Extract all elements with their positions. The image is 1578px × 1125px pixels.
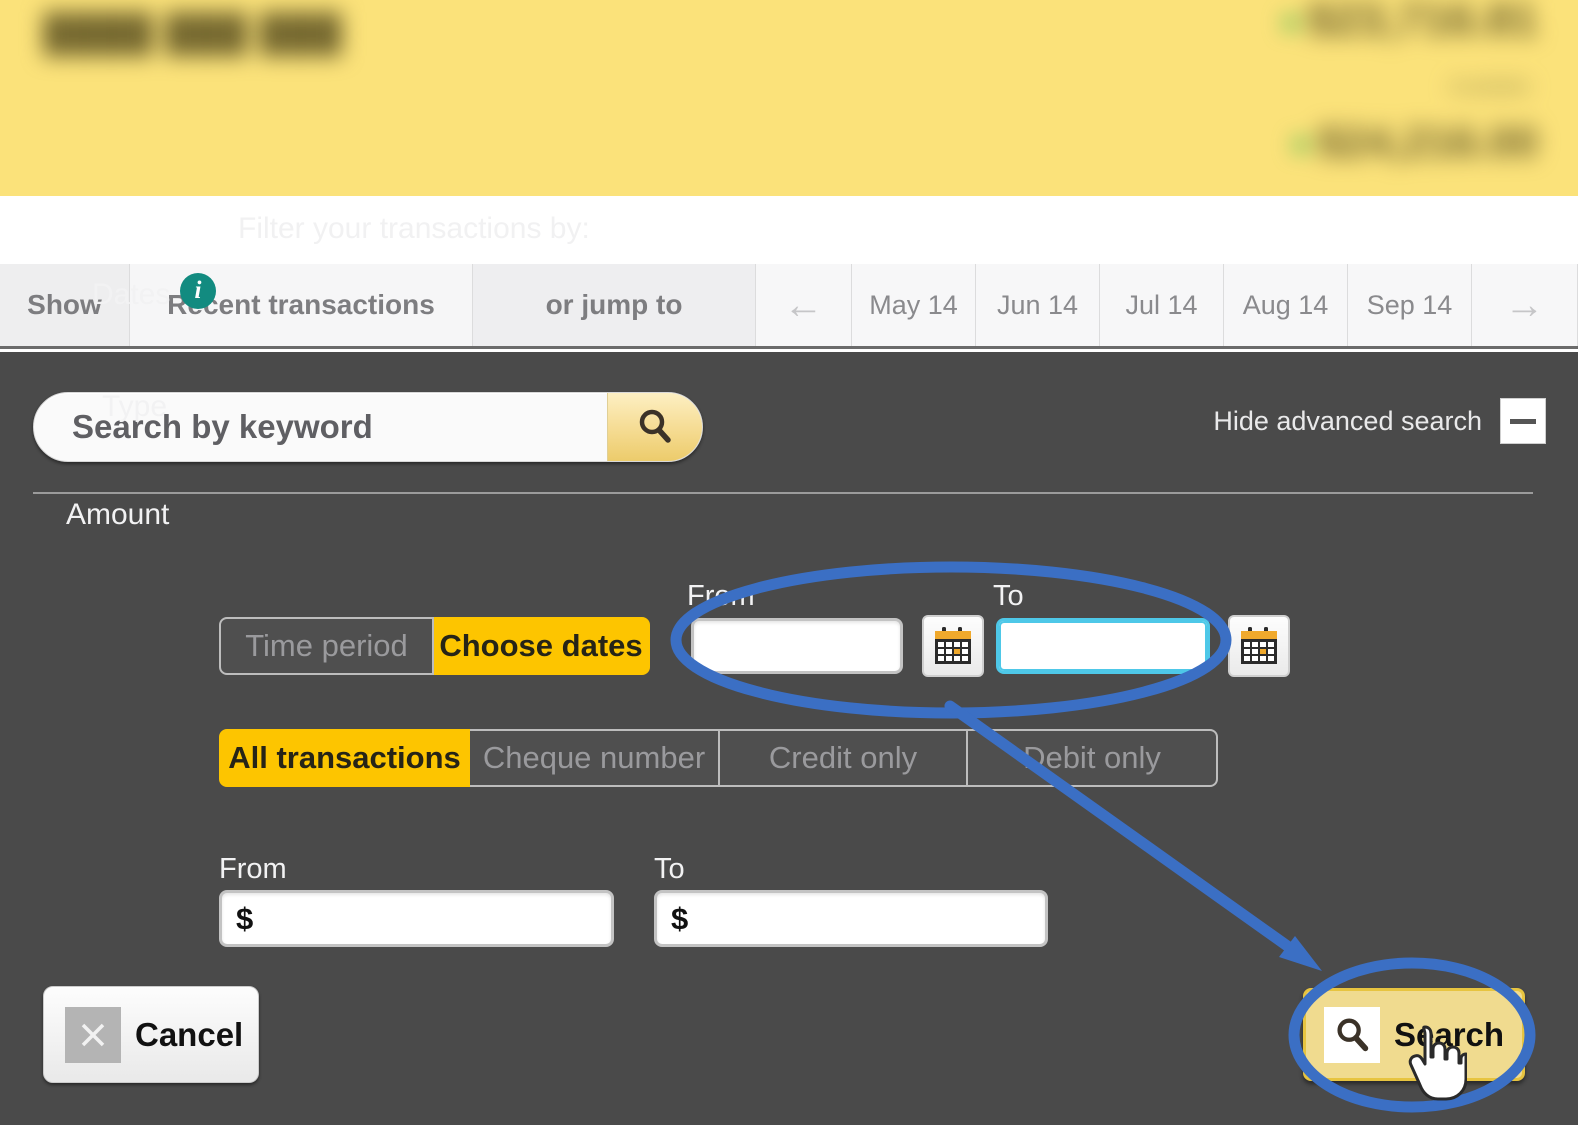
hide-advanced-search-control[interactable]: Hide advanced search — [1213, 398, 1546, 444]
tab-month-may-14[interactable]: May 14 — [852, 264, 976, 346]
amount-from-label: From — [219, 853, 287, 885]
type-option-credit-only[interactable]: Credit only — [720, 729, 968, 787]
tab-month-sep-14[interactable]: Sep 14 — [1348, 264, 1472, 346]
hide-advanced-search-label: Hide advanced search — [1213, 405, 1482, 436]
tab-month-aug-14[interactable]: Aug 14 — [1224, 264, 1348, 346]
type-option-cheque-number[interactable]: Cheque number — [470, 729, 720, 787]
tab-month-jun-14[interactable]: Jun 14 — [976, 264, 1100, 346]
dates-mode-toggle: Time period Choose dates — [219, 617, 650, 675]
available-balance-masked: $24,216.00 — [1293, 118, 1538, 168]
keyword-search-button[interactable] — [607, 393, 702, 461]
banner-spacer — [0, 196, 1578, 264]
next-months-arrow-icon[interactable]: → — [1472, 264, 1578, 346]
tab-month-jul-14[interactable]: Jul 14 — [1100, 264, 1224, 346]
status-dot-icon-2 — [1293, 138, 1308, 153]
search-button[interactable]: Search — [1303, 988, 1525, 1081]
collapse-minus-icon[interactable] — [1500, 398, 1546, 444]
prev-months-arrow-icon[interactable]: ← — [756, 264, 852, 346]
date-from-calendar-button[interactable] — [922, 615, 984, 677]
transaction-period-tabstrip: Show Recent transactions or jump to ← Ma… — [0, 264, 1578, 349]
type-filter-toggle: All transactions Cheque number Credit on… — [219, 729, 1218, 787]
type-row-label: Type — [102, 390, 168, 423]
account-balance-masked: $23,716.81 — [1283, 0, 1538, 46]
dates-row-label: Dates — [92, 278, 171, 311]
amount-to-label: To — [654, 853, 685, 885]
calendar-icon — [935, 627, 971, 664]
date-from-input[interactable] — [691, 618, 903, 674]
account-summary-banner: ████ ███ ███ $23,716.81 Available $24,21… — [0, 0, 1578, 196]
magnifier-icon — [1324, 1006, 1380, 1063]
banner-blurred-content: ████ ███ ███ $23,716.81 Available $24,21… — [0, 0, 1578, 196]
magnifier-icon — [639, 409, 671, 443]
type-option-debit-only[interactable]: Debit only — [968, 729, 1218, 787]
dates-option-time-period[interactable]: Time period — [219, 617, 434, 675]
amount-from-input[interactable] — [261, 901, 611, 936]
amount-from-field[interactable]: $ — [219, 890, 614, 947]
search-button-label: Search — [1394, 1015, 1505, 1053]
date-from-label: From — [687, 580, 755, 612]
close-x-icon — [65, 1006, 121, 1063]
filter-title: Filter your transactions by: — [238, 212, 590, 245]
cancel-button[interactable]: Cancel — [43, 986, 259, 1083]
amount-row-label: Amount — [66, 498, 170, 531]
jump-to-label: or jump to — [473, 264, 756, 346]
panel-divider — [33, 492, 1533, 494]
date-to-calendar-button[interactable] — [1228, 615, 1290, 677]
type-option-all-transactions[interactable]: All transactions — [219, 729, 470, 787]
calendar-icon — [1241, 627, 1277, 664]
tab-recent-transactions[interactable]: Recent transactions — [130, 264, 473, 346]
date-to-input[interactable] — [996, 618, 1210, 674]
currency-prefix-to: $ — [671, 900, 689, 936]
available-label-masked: Available — [1449, 76, 1530, 98]
status-dot-icon — [1283, 15, 1298, 30]
currency-prefix-from: $ — [236, 900, 254, 936]
date-to-label: To — [993, 580, 1024, 612]
dates-option-choose-dates[interactable]: Choose dates — [434, 617, 650, 675]
amount-to-field[interactable]: $ — [654, 890, 1048, 947]
amount-to-input[interactable] — [696, 901, 1045, 936]
account-name-masked: ████ ███ ███ — [44, 12, 344, 53]
cancel-button-label: Cancel — [135, 1015, 244, 1053]
info-icon[interactable]: i — [180, 273, 216, 309]
